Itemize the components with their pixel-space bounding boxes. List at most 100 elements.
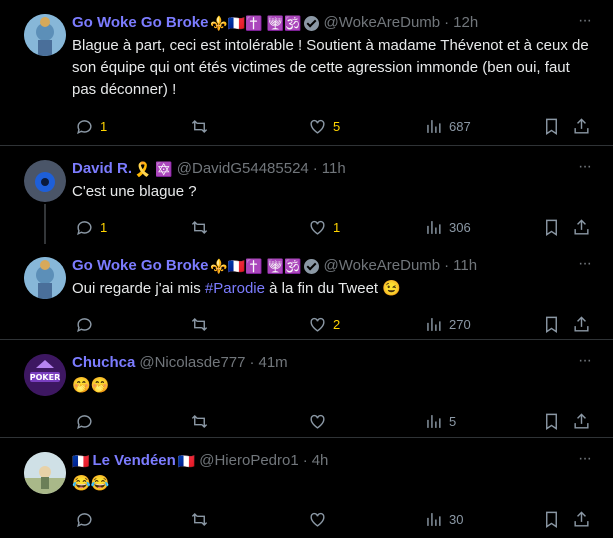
handle[interactable]: @Nicolasde777 <box>139 352 245 374</box>
timestamp[interactable]: 11h <box>453 255 477 277</box>
reply-button[interactable] <box>75 315 94 334</box>
hashtag-link[interactable]: #Parodie <box>205 280 265 297</box>
timestamp[interactable]: 41m <box>258 352 287 374</box>
reply-icon <box>77 512 92 527</box>
retweet-button[interactable] <box>190 510 209 529</box>
display-name[interactable]: Go Woke Go Broke <box>72 12 208 34</box>
tweet-text: Blague à part, ceci est intolérable ! So… <box>72 37 589 98</box>
tweet-text: 🤭🤭 <box>72 377 110 394</box>
views-button[interactable]: 5 <box>424 412 456 431</box>
bookmark-button[interactable] <box>542 315 561 334</box>
reply-count: 1 <box>100 118 108 134</box>
handle[interactable]: @DavidG54485524 <box>177 158 309 180</box>
handle[interactable]: @WokeAreDumb <box>323 255 440 277</box>
tweet-5[interactable]: 🇫🇷 Le Vendéen 🇫🇷 @HieroPedro1 · 4h ··· 😂… <box>0 438 613 536</box>
like-button[interactable] <box>308 510 327 529</box>
tweet-2[interactable]: David R. 🎗️ 🔯 @DavidG54485524 · 11h ··· … <box>0 146 613 246</box>
more-icon[interactable]: ··· <box>578 450 592 468</box>
retweet-icon <box>191 119 208 133</box>
name-prefix-flag: 🇫🇷 <box>72 453 90 469</box>
views-button[interactable]: 270 <box>424 315 471 334</box>
reply-button[interactable] <box>75 510 94 529</box>
name-emojis: 🇫🇷 <box>177 453 196 469</box>
tweet-3[interactable]: Go Woke Go Broke ⚜️🇫🇷✝️ 🕎🕉️ @WokeAreDumb… <box>0 243 613 340</box>
avatar[interactable] <box>24 452 66 494</box>
action-bar: 2 270 <box>72 305 597 343</box>
views-icon <box>427 119 441 133</box>
action-bar: 1 1 306 <box>72 208 597 246</box>
bookmark-icon <box>546 219 557 236</box>
timestamp[interactable]: 4h <box>312 450 329 472</box>
display-name[interactable]: Le Vendéen <box>92 450 175 472</box>
share-button[interactable] <box>572 315 591 334</box>
bookmark-button[interactable] <box>542 510 561 529</box>
bookmark-button[interactable] <box>542 412 561 431</box>
more-icon[interactable]: ··· <box>578 158 592 176</box>
name-emojis: ⚜️🇫🇷✝️ 🕎🕉️ <box>210 258 302 274</box>
share-button[interactable] <box>572 412 591 431</box>
more-icon[interactable]: ··· <box>578 352 592 370</box>
reply-count: 1 <box>100 219 108 235</box>
views-count: 306 <box>449 219 471 235</box>
bookmark-button[interactable] <box>542 218 561 237</box>
avatar[interactable]: POKER <box>24 354 66 396</box>
share-button[interactable] <box>572 117 591 136</box>
retweet-icon <box>191 512 208 526</box>
avatar[interactable] <box>24 257 66 299</box>
retweet-button[interactable] <box>190 412 209 431</box>
retweet-button[interactable] <box>190 117 209 136</box>
retweet-button[interactable] <box>190 218 209 237</box>
action-bar: 5 <box>72 402 597 440</box>
like-button[interactable] <box>308 412 327 431</box>
handle[interactable]: @HieroPedro1 <box>199 450 298 472</box>
more-icon[interactable]: ··· <box>578 12 592 30</box>
like-button[interactable]: 5 <box>308 117 340 136</box>
avatar[interactable] <box>24 14 66 56</box>
share-icon <box>574 315 589 332</box>
share-button[interactable] <box>572 218 591 237</box>
reply-feed: Go Woke Go Broke ⚜️🇫🇷✝️ 🕎🕉️ @WokeAreDumb… <box>0 0 613 536</box>
share-button[interactable] <box>572 510 591 529</box>
bookmark-icon <box>546 316 557 333</box>
tweet-1[interactable]: Go Woke Go Broke ⚜️🇫🇷✝️ 🕎🕉️ @WokeAreDumb… <box>0 0 613 145</box>
bookmark-icon <box>546 413 557 430</box>
retweet-button[interactable] <box>190 315 209 334</box>
action-bar: 30 <box>72 500 597 538</box>
reply-button[interactable] <box>75 412 94 431</box>
retweet-icon <box>191 220 208 234</box>
timestamp[interactable]: 11h <box>322 158 346 180</box>
name-emojis: 🎗️ 🔯 <box>134 161 173 177</box>
views-icon <box>427 317 441 331</box>
retweet-icon <box>191 414 208 428</box>
handle[interactable]: @WokeAreDumb <box>323 12 440 34</box>
name-emojis: ⚜️🇫🇷✝️ 🕎🕉️ <box>210 15 302 31</box>
display-name[interactable]: David R. <box>72 158 132 180</box>
reply-icon <box>77 220 92 235</box>
display-name[interactable]: Go Woke Go Broke <box>72 255 208 277</box>
share-icon <box>574 117 589 134</box>
like-button[interactable]: 1 <box>308 218 340 237</box>
timestamp[interactable]: 12h <box>453 12 478 34</box>
views-button[interactable]: 306 <box>424 218 471 237</box>
views-icon <box>427 512 441 526</box>
more-icon[interactable]: ··· <box>578 255 592 273</box>
reply-button[interactable]: 1 <box>75 218 107 237</box>
reply-icon <box>77 119 92 134</box>
bookmark-button[interactable] <box>542 117 561 136</box>
like-count: 5 <box>333 118 341 134</box>
reply-button[interactable]: 1 <box>75 117 107 136</box>
like-count: 1 <box>333 219 341 235</box>
verified-icon <box>304 15 320 31</box>
heart-icon <box>310 317 325 332</box>
avatar[interactable] <box>24 160 66 202</box>
views-icon <box>427 220 441 234</box>
views-button[interactable]: 687 <box>424 117 471 136</box>
display-name[interactable]: Chuchca <box>72 352 135 374</box>
like-count: 2 <box>333 316 341 332</box>
tweet-4[interactable]: POKER Chuchca @Nicolasde777 · 41m ··· 🤭🤭… <box>0 340 613 438</box>
like-button[interactable]: 2 <box>308 315 340 334</box>
views-button[interactable]: 30 <box>424 510 463 529</box>
tweet-text: C'est une blague ? <box>72 183 197 200</box>
separator-dot: · <box>444 257 450 274</box>
heart-icon <box>310 220 325 235</box>
